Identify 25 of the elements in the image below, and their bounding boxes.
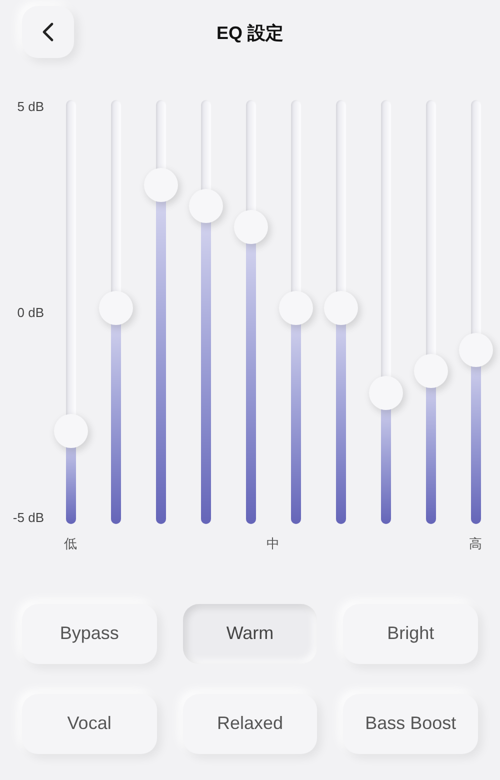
slider-thumb[interactable] [324,290,358,325]
slider-thumb[interactable] [188,189,222,223]
slider-thumb[interactable] [368,376,402,410]
preset-button[interactable]: Relaxed [182,694,318,754]
page-title: EQ 設定 [215,22,284,45]
slider-thumb[interactable] [144,168,178,202]
axis-label: 5 dB [17,100,44,113]
axis-label: 中 [266,535,280,553]
axis-label: -5 dB [12,511,44,524]
slider-thumb[interactable] [458,333,492,368]
axis-label: 高 [468,535,483,553]
preset-button[interactable]: Bypass [22,604,157,664]
axis-label: 0 dB [17,306,44,318]
slider-thumb[interactable] [234,210,268,244]
preset-button[interactable]: Bright [343,604,478,664]
slider-thumb[interactable] [54,414,88,448]
slider-thumb[interactable] [414,354,448,388]
axis-label: 低 [63,535,78,553]
preset-button[interactable]: Warm [182,604,318,664]
back-button[interactable] [22,6,74,58]
preset-button[interactable]: Bass Boost [343,694,478,754]
preset-button[interactable]: Vocal [22,694,157,754]
slider-thumb[interactable] [278,290,312,325]
slider-thumb[interactable] [98,290,132,325]
back-icon [42,22,54,42]
